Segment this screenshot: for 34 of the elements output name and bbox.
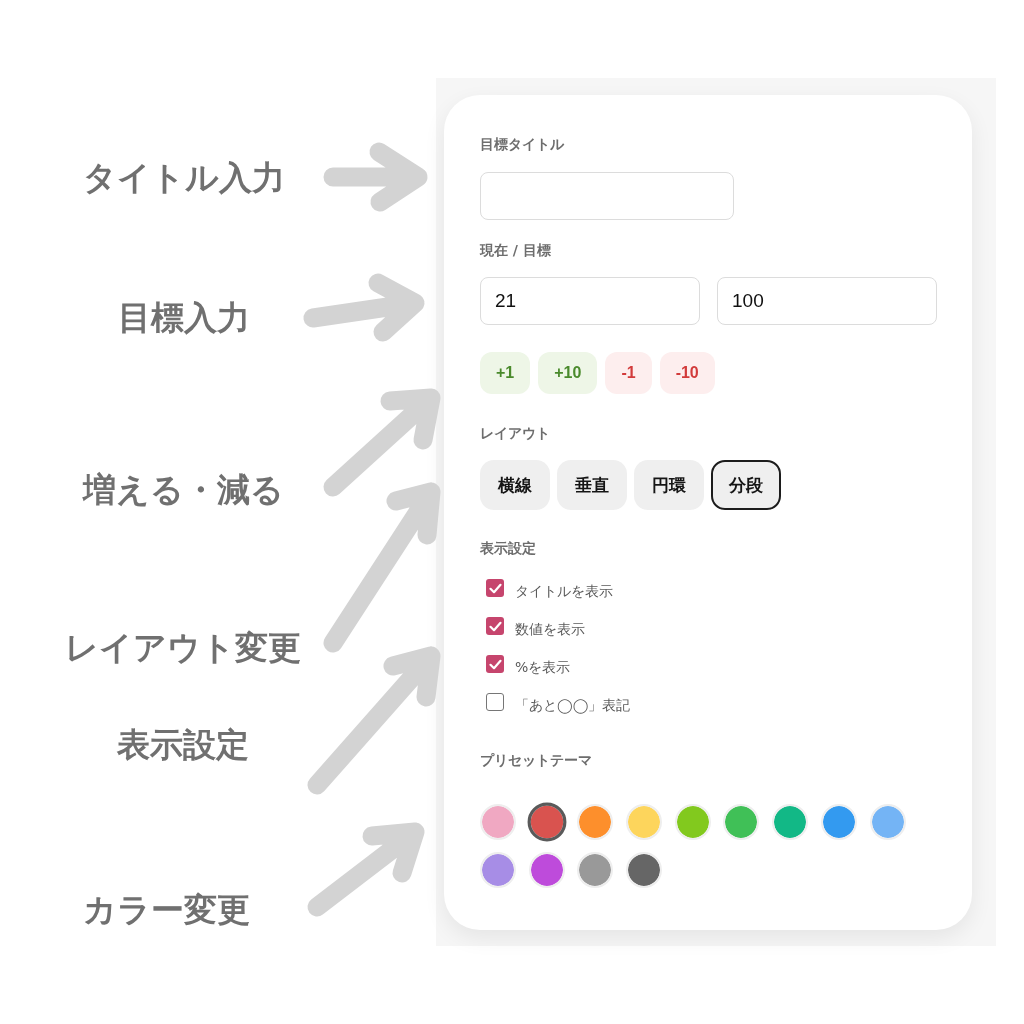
callout-label: 増える・減る — [82, 469, 284, 511]
field-label: 現在 / 目標 — [480, 241, 551, 259]
title-input[interactable] — [480, 172, 734, 220]
checkbox-label: %を表示 — [515, 659, 571, 677]
increment-button[interactable]: +10 — [538, 352, 598, 394]
checkbox[interactable] — [486, 617, 504, 635]
checkbox[interactable] — [486, 579, 504, 597]
increment-button[interactable]: +1 — [480, 352, 531, 394]
target-value-input[interactable]: 100 — [717, 277, 937, 325]
callout-label: タイトル入力 — [83, 157, 285, 199]
checkbox[interactable] — [486, 655, 504, 673]
callout-label: レイアウト変更 — [65, 627, 301, 669]
layout-option-button[interactable]: 横線 — [480, 460, 550, 510]
checkmark-icon — [488, 658, 502, 670]
layout-option-button[interactable]: 円環 — [634, 460, 704, 510]
checkmark-icon — [488, 620, 502, 632]
current-value-input[interactable]: 21 — [480, 277, 700, 325]
field-label: 目標タイトル — [480, 135, 564, 153]
decrement-button[interactable]: -10 — [659, 352, 715, 394]
section-label: 表示設定 — [480, 539, 536, 557]
checkbox[interactable] — [486, 693, 504, 711]
layout-option-button[interactable]: 分段 — [711, 460, 781, 510]
callout-label: 目標入力 — [118, 297, 250, 339]
section-label: プリセットテーマ — [480, 751, 592, 769]
color-swatch-icon[interactable] — [527, 802, 567, 842]
checkmark-icon — [488, 582, 502, 594]
callout-label: 表示設定 — [117, 724, 249, 766]
checkbox-label: 「あと◯◯」表記 — [515, 697, 631, 715]
callout-label: カラー変更 — [82, 889, 250, 931]
decrement-button[interactable]: -1 — [605, 352, 652, 394]
checkbox-label: タイトルを表示 — [515, 583, 613, 601]
checkbox-label: 数値を表示 — [515, 621, 585, 639]
section-label: レイアウト — [480, 424, 550, 442]
layout-option-button[interactable]: 垂直 — [557, 460, 627, 510]
